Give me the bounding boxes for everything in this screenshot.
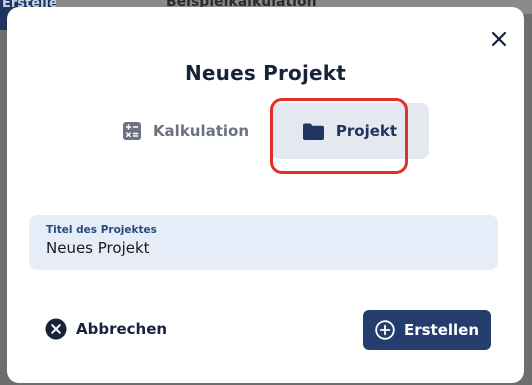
tab-kalkulation-label: Kalkulation bbox=[152, 122, 250, 140]
tab-projekt[interactable]: Projekt bbox=[271, 103, 429, 159]
calculator-icon bbox=[122, 122, 141, 140]
project-title-field[interactable]: Titel des Projektes Neues Projekt bbox=[29, 215, 498, 270]
project-title-label: Titel des Projektes bbox=[46, 224, 157, 236]
cancel-button[interactable]: Abbrechen bbox=[45, 316, 167, 342]
tab-projekt-label: Projekt bbox=[335, 122, 398, 140]
cancel-icon bbox=[45, 318, 67, 340]
tab-kalkulation[interactable]: Kalkulation bbox=[102, 103, 270, 159]
close-button[interactable] bbox=[487, 27, 511, 51]
project-title-input[interactable]: Neues Projekt bbox=[46, 238, 481, 258]
plus-circle-icon bbox=[375, 320, 395, 340]
create-button[interactable]: Erstellen bbox=[363, 310, 491, 350]
dialog-title: Neues Projekt bbox=[184, 61, 347, 85]
folder-icon bbox=[302, 123, 324, 140]
cancel-label: Abbrechen bbox=[76, 320, 168, 338]
create-label: Erstellen bbox=[403, 321, 480, 339]
close-icon bbox=[491, 31, 507, 47]
new-project-dialog: Neues Projekt Kalkulation Projekt Titel … bbox=[7, 7, 524, 383]
